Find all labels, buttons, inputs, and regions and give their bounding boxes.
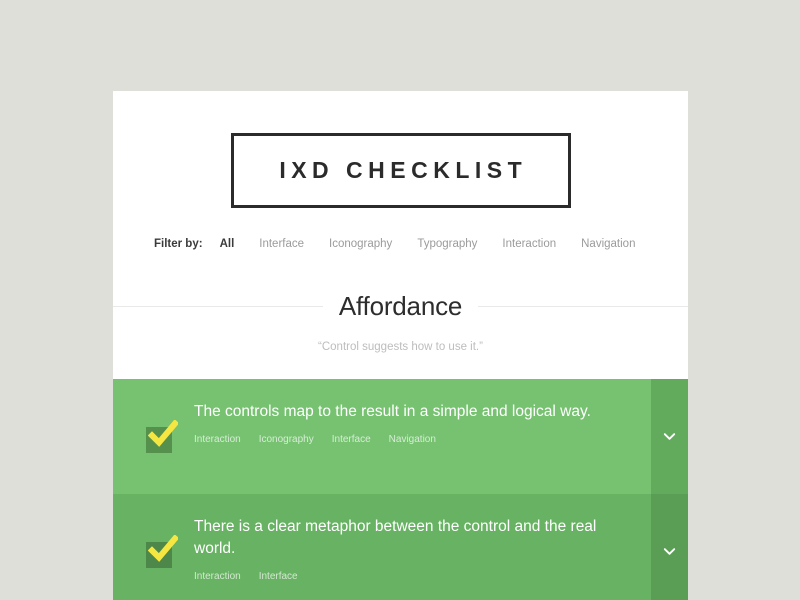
filter-item-navigation[interactable]: Navigation	[581, 238, 635, 250]
section-subtitle: “Control suggests how to use it.”	[318, 341, 483, 353]
tag-interaction[interactable]: Interaction	[194, 571, 241, 582]
tag-interface[interactable]: Interface	[332, 434, 371, 445]
filter-item-interface[interactable]: Interface	[259, 238, 304, 250]
checklist-expand-button[interactable]	[651, 379, 688, 494]
section-heading: Affordance	[113, 285, 688, 327]
filter-bar: Filter by: All Interface Iconography Typ…	[113, 238, 688, 250]
chevron-down-icon	[663, 548, 676, 555]
checklist-checkbox[interactable]	[146, 420, 178, 453]
checklist-row-main: The controls map to the result in a simp…	[113, 379, 651, 494]
tag-interface[interactable]: Interface	[259, 571, 298, 582]
section-title: Affordance	[322, 293, 479, 319]
tag-interaction[interactable]: Interaction	[194, 434, 241, 445]
filter-label: Filter by:	[154, 238, 203, 250]
filter-item-all[interactable]: All	[220, 238, 235, 250]
checklist-item-text: There is a clear metaphor between the co…	[194, 518, 597, 557]
app-card: IXD CHECKLIST Filter by: All Interface I…	[113, 91, 688, 600]
checklist-row-body: There is a clear metaphor between the co…	[172, 516, 651, 582]
page-title: IXD CHECKLIST	[279, 157, 528, 183]
filter-item-iconography[interactable]: Iconography	[329, 238, 392, 250]
tag-navigation[interactable]: Navigation	[389, 434, 436, 445]
checklist-row[interactable]: There is a clear metaphor between the co…	[113, 494, 688, 600]
checklist: The controls map to the result in a simp…	[113, 379, 688, 600]
filter-item-interaction[interactable]: Interaction	[502, 238, 556, 250]
filter-item-typography[interactable]: Typography	[417, 238, 477, 250]
checklist-row-body: The controls map to the result in a simp…	[172, 401, 651, 445]
checklist-row-main: There is a clear metaphor between the co…	[113, 494, 651, 600]
chevron-down-icon	[663, 433, 676, 440]
checklist-row[interactable]: The controls map to the result in a simp…	[113, 379, 688, 494]
checkmark-icon	[148, 420, 178, 447]
app-header: IXD CHECKLIST Filter by: All Interface I…	[113, 91, 688, 379]
checkmark-icon	[148, 535, 178, 562]
checklist-item-text: The controls map to the result in a simp…	[194, 403, 591, 420]
logo-box: IXD CHECKLIST	[230, 133, 571, 208]
checklist-checkbox[interactable]	[146, 535, 178, 568]
checklist-item-tags: Interaction Iconography Interface Naviga…	[194, 434, 629, 445]
checklist-expand-button[interactable]	[651, 494, 688, 600]
page-viewport: IXD CHECKLIST Filter by: All Interface I…	[0, 0, 800, 600]
tag-iconography[interactable]: Iconography	[259, 434, 314, 445]
checklist-item-tags: Interaction Interface	[194, 571, 629, 582]
